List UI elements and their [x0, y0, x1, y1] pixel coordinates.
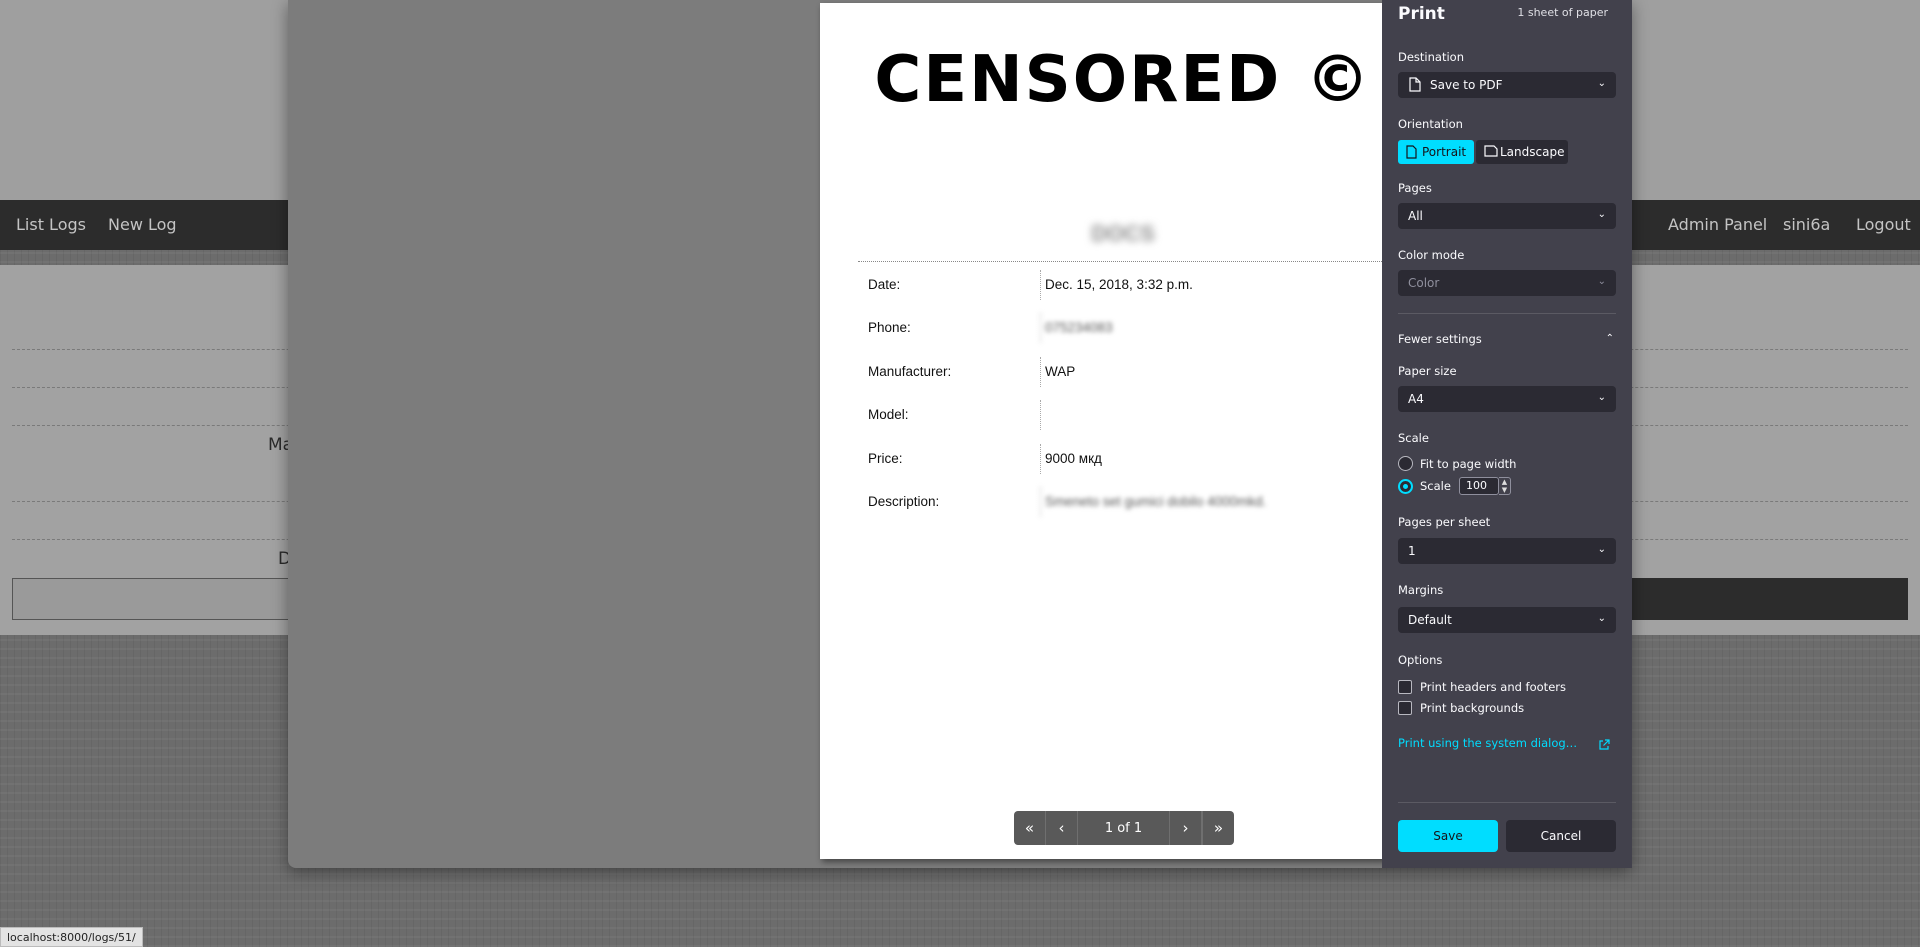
chevron-down-icon: ⌄ — [1597, 613, 1606, 624]
record-row: Price: 9000 мкд — [868, 444, 1388, 474]
external-link-icon[interactable] — [1598, 736, 1610, 755]
radio-button[interactable] — [1398, 456, 1413, 471]
color-mode-select[interactable]: Color ⌄ — [1398, 270, 1616, 296]
nav-list-logs[interactable]: List Logs — [16, 215, 86, 234]
paper-size-label: Paper size — [1398, 364, 1457, 378]
headers-footers-label: Print headers and footers — [1420, 680, 1566, 694]
pages-label: Pages — [1398, 181, 1432, 195]
sheet-count: 1 sheet of paper — [1517, 6, 1608, 19]
nav-new-log[interactable]: New Log — [108, 215, 177, 234]
orientation-label: Orientation — [1398, 117, 1463, 131]
document-icon — [1409, 77, 1421, 95]
record-row: Phone: 075234083 — [868, 313, 1388, 343]
scale-option-label: Scale — [1420, 479, 1451, 493]
status-bar-url: localhost:8000/logs/51/ — [0, 927, 143, 947]
checkbox[interactable] — [1398, 701, 1412, 715]
portrait-button[interactable]: Portrait — [1398, 140, 1474, 164]
record-label: Date: — [868, 277, 901, 292]
pages-per-sheet-label: Pages per sheet — [1398, 515, 1491, 529]
portrait-icon — [1406, 145, 1417, 162]
page-subtitle: DOCS — [1091, 221, 1155, 246]
destination-label: Destination — [1398, 50, 1464, 64]
scale-input[interactable]: 100 — [1458, 477, 1499, 495]
nav-logout[interactable]: Logout — [1856, 215, 1911, 234]
destination-value: Save to PDF — [1430, 78, 1503, 92]
paper-size-value: A4 — [1408, 392, 1424, 406]
record-value: Dec. 15, 2018, 3:32 p.m. — [1040, 270, 1193, 300]
pages-select[interactable]: All ⌄ — [1398, 203, 1616, 229]
chevron-down-icon: ⌄ — [1597, 78, 1606, 89]
scale-spinner[interactable]: ▲ ▼ — [1498, 477, 1511, 495]
paper-size-select[interactable]: A4 ⌄ — [1398, 386, 1616, 412]
last-page-button[interactable]: » — [1202, 811, 1234, 845]
page-field-dark — [1628, 578, 1908, 620]
portrait-label: Portrait — [1422, 145, 1467, 159]
destination-select[interactable]: Save to PDF ⌄ — [1398, 72, 1616, 98]
landscape-button[interactable]: Landscape — [1476, 140, 1568, 164]
fewer-settings-toggle[interactable]: Fewer settings — [1398, 332, 1482, 346]
chevron-down-icon: ⌄ — [1597, 392, 1606, 403]
chevron-up-icon[interactable]: ⌃ — [1606, 333, 1614, 344]
divider — [858, 261, 1388, 262]
system-dialog-link[interactable]: Print using the system dialog… — [1398, 736, 1577, 750]
scale-label: Scale — [1398, 431, 1429, 445]
prev-page-button[interactable]: ‹ — [1046, 811, 1078, 845]
pages-per-sheet-value: 1 — [1408, 544, 1416, 558]
nav-admin-panel[interactable]: Admin Panel — [1668, 215, 1767, 234]
color-mode-value: Color — [1408, 276, 1440, 290]
record-value: 075234083 — [1040, 313, 1113, 343]
page-heading: CENSORED © — [874, 43, 1372, 117]
margins-select[interactable]: Default ⌄ — [1398, 607, 1616, 633]
record-label: Price: — [868, 451, 903, 466]
divider — [1398, 802, 1616, 803]
margins-value: Default — [1408, 613, 1452, 627]
record-label: Manufacturer: — [868, 364, 952, 379]
record-value: Smeneto set gumici dobilo 4000mkd. — [1040, 487, 1266, 517]
record-label: Phone: — [868, 320, 911, 335]
headers-footers-option[interactable]: Print headers and footers — [1398, 680, 1566, 694]
fit-to-width-label: Fit to page width — [1420, 456, 1517, 471]
record-row: Manufacturer: WAP — [868, 357, 1388, 387]
backgrounds-option[interactable]: Print backgrounds — [1398, 701, 1524, 715]
print-title: Print — [1398, 4, 1445, 24]
first-page-button[interactable]: « — [1014, 811, 1046, 845]
page-indicator: 1 of 1 — [1078, 811, 1170, 845]
record-label: Description: — [868, 494, 940, 509]
chevron-down-icon: ⌄ — [1597, 276, 1606, 287]
print-preview-page: CENSORED © DOCS Date: Dec. 15, 2018, 3:3… — [820, 3, 1426, 859]
record-value: WAP — [1040, 357, 1075, 387]
record-row: Description: Smeneto set gumici dobilo 4… — [868, 487, 1388, 517]
nav-user[interactable]: sini6a — [1783, 215, 1830, 234]
divider — [1398, 313, 1616, 314]
fit-to-width-option[interactable]: Fit to page width — [1398, 456, 1516, 471]
pages-per-sheet-select[interactable]: 1 ⌄ — [1398, 538, 1616, 564]
chevron-down-icon: ⌄ — [1597, 209, 1606, 220]
record-value — [1040, 400, 1045, 430]
scale-option[interactable]: Scale 100 ▲ ▼ — [1398, 477, 1511, 495]
margins-label: Margins — [1398, 583, 1444, 597]
next-page-button[interactable]: › — [1170, 811, 1202, 845]
preview-pager: « ‹ 1 of 1 › » — [1014, 811, 1234, 845]
color-mode-label: Color mode — [1398, 248, 1465, 262]
record-row: Model: — [868, 400, 1388, 430]
landscape-label: Landscape — [1500, 145, 1565, 159]
landscape-icon — [1484, 145, 1498, 160]
options-label: Options — [1398, 653, 1443, 667]
record-value: 9000 мкд — [1040, 444, 1102, 474]
record-row: Date: Dec. 15, 2018, 3:32 p.m. — [868, 270, 1388, 300]
record-label: Model: — [868, 407, 909, 422]
backgrounds-label: Print backgrounds — [1420, 701, 1525, 715]
cancel-button[interactable]: Cancel — [1506, 820, 1616, 852]
chevron-down-icon: ⌄ — [1597, 544, 1606, 555]
print-settings-panel: Print 1 sheet of paper Destination Save … — [1382, 0, 1632, 868]
radio-button-selected[interactable] — [1398, 478, 1413, 494]
pages-value: All — [1408, 209, 1423, 223]
checkbox[interactable] — [1398, 680, 1412, 694]
save-button[interactable]: Save — [1398, 820, 1498, 852]
